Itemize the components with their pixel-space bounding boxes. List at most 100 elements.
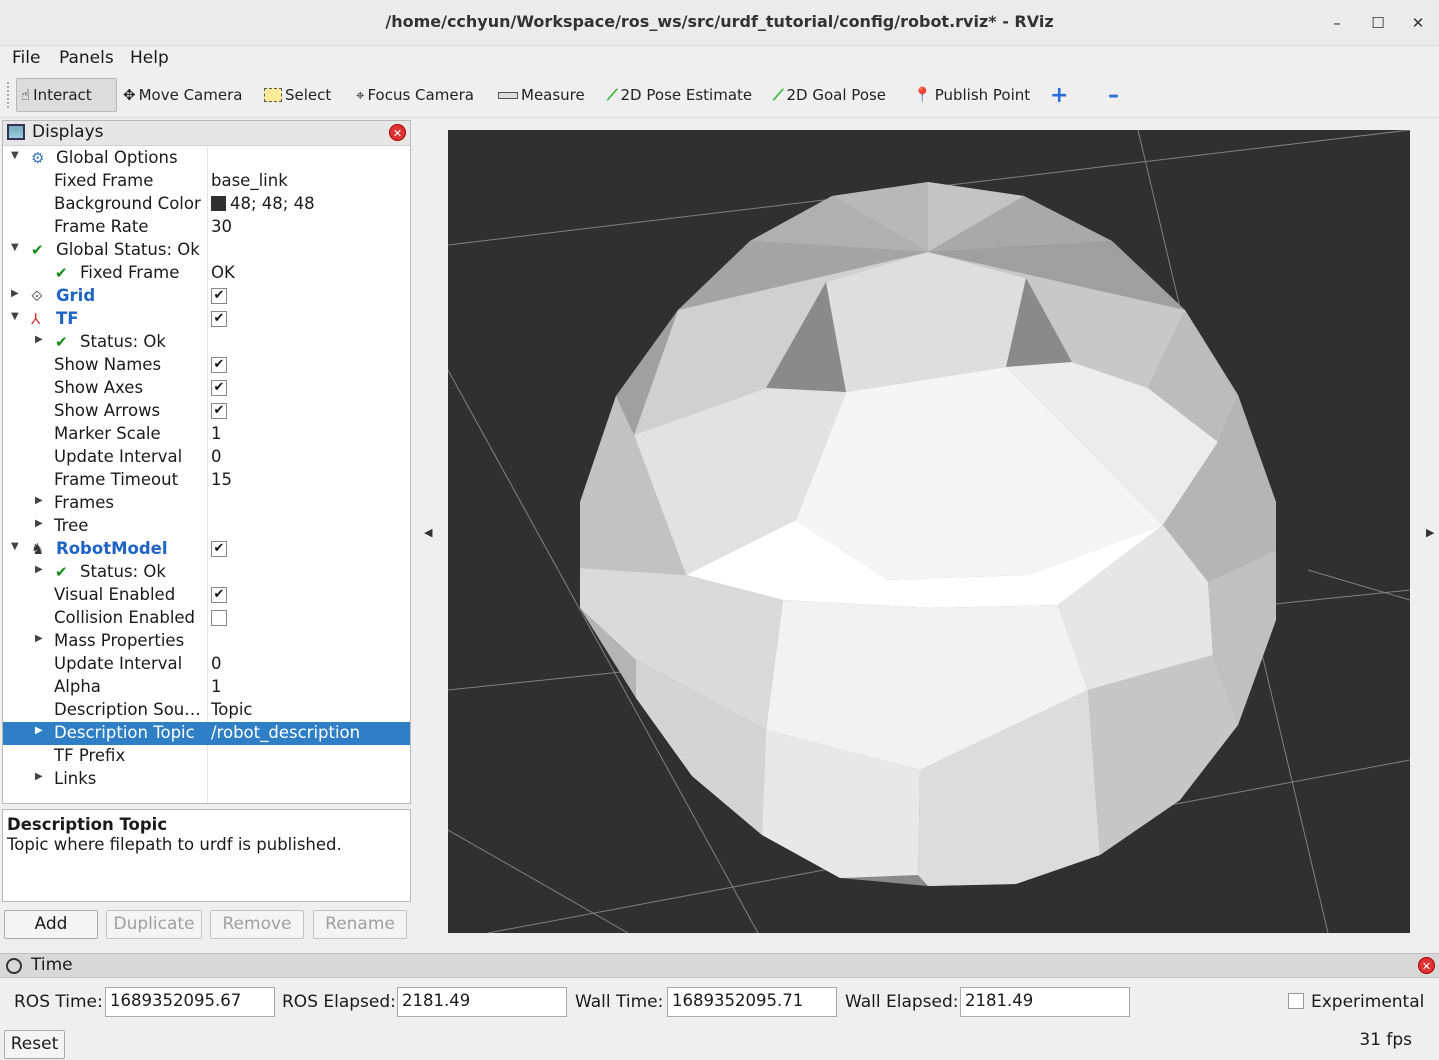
tree-row-frames[interactable]: ▶ Frames — [3, 492, 410, 515]
tree-row-background-color[interactable]: Background Color 48; 48; 48 — [3, 193, 410, 216]
tree-row-tree[interactable]: ▶ Tree — [3, 515, 410, 538]
grid-enabled-checkbox[interactable]: ✔ — [211, 288, 227, 304]
checkmark-icon: ✔ — [55, 563, 68, 581]
fps-readout: 31 fps — [1359, 1030, 1412, 1050]
expand-right-icon[interactable]: ▶ — [35, 564, 43, 575]
green-arrow-icon: ⟋ — [607, 86, 618, 104]
minimize-icon[interactable]: – — [1325, 11, 1349, 35]
wall-elapsed-field[interactable]: 2181.49 — [960, 987, 1130, 1017]
ros-time-field[interactable]: 1689352095.67 — [105, 987, 275, 1017]
collision-enabled-checkbox[interactable] — [211, 610, 227, 626]
expand-right-icon[interactable]: ▶ — [35, 633, 43, 644]
collapse-left-icon[interactable]: ◀ — [424, 526, 432, 539]
time-panel-header: Time ✕ — [0, 953, 1439, 978]
render-viewport[interactable] — [448, 130, 1410, 933]
tree-row-frame-rate[interactable]: Frame Rate 30 — [3, 216, 410, 239]
tree-row-links[interactable]: ▶ Links — [3, 768, 410, 791]
move-camera-icon: ✥ — [123, 86, 136, 104]
tree-row-visual-enabled[interactable]: Visual Enabled ✔ — [3, 584, 410, 607]
tree-row-fixed-frame[interactable]: Fixed Frame base_link — [3, 170, 410, 193]
tree-row-tf-status[interactable]: ▶ ✔ Status: Ok — [3, 331, 410, 354]
menu-help[interactable]: Help — [130, 48, 169, 68]
expand-right-icon[interactable]: ▶ — [11, 288, 19, 299]
show-arrows-checkbox[interactable]: ✔ — [211, 403, 227, 419]
remove-tool-button[interactable]: – — [1104, 78, 1123, 112]
wall-time-label: Wall Time: — [575, 992, 664, 1012]
monitor-icon — [7, 124, 25, 140]
scene-render — [448, 130, 1410, 933]
hand-pointer-icon: ☝ — [21, 86, 31, 104]
tree-row-frame-timeout[interactable]: Frame Timeout 15 — [3, 469, 410, 492]
tree-row-grid[interactable]: ▶ ⟐ Grid ✔ — [3, 285, 410, 308]
add-display-button[interactable]: Add — [4, 910, 98, 939]
toolbar-grip[interactable] — [7, 82, 11, 108]
wall-time-field[interactable]: 1689352095.71 — [667, 987, 837, 1017]
tree-row-description-source[interactable]: Description Sou… Topic — [3, 699, 410, 722]
tree-row-show-arrows[interactable]: Show Arrows ✔ — [3, 400, 410, 423]
visual-enabled-checkbox[interactable]: ✔ — [211, 587, 227, 603]
menu-panels[interactable]: Panels — [59, 48, 114, 68]
tree-row-mass-properties[interactable]: ▶ Mass Properties — [3, 630, 410, 653]
tree-row-tf-prefix[interactable]: TF Prefix — [3, 745, 410, 768]
expand-down-icon[interactable]: ▼ — [11, 242, 19, 253]
ros-elapsed-field[interactable]: 2181.49 — [397, 987, 567, 1017]
expand-right-icon[interactable]: ▶ — [35, 334, 43, 345]
menu-file[interactable]: File — [12, 48, 40, 68]
map-pin-icon: 📍 — [913, 86, 932, 104]
experimental-checkbox[interactable] — [1288, 993, 1304, 1009]
interact-tool-button[interactable]: ☝ Interact — [16, 78, 117, 112]
expand-down-icon[interactable]: ▼ — [11, 311, 19, 322]
crosshair-icon: ⌖ — [356, 86, 365, 104]
expand-right-icon[interactable]: ▶ — [35, 518, 43, 529]
tree-row-status-fixed-frame[interactable]: ✔ Fixed Frame OK — [3, 262, 410, 285]
background-color-value[interactable]: 48; 48; 48 — [211, 194, 315, 213]
displays-tree[interactable]: ▼ ⚙ Global Options Fixed Frame base_link… — [3, 147, 410, 803]
move-camera-tool-button[interactable]: ✥ Move Camera — [119, 78, 246, 112]
maximize-icon[interactable]: ☐ — [1366, 11, 1390, 35]
publish-point-tool-button[interactable]: 📍 Publish Point — [909, 78, 1034, 112]
expand-down-icon[interactable]: ▼ — [11, 150, 19, 161]
tree-row-marker-scale[interactable]: Marker Scale 1 — [3, 423, 410, 446]
add-tool-button[interactable]: + — [1046, 78, 1072, 112]
measure-tool-button[interactable]: Measure — [494, 78, 589, 112]
tree-row-rm-update-interval[interactable]: Update Interval 0 — [3, 653, 410, 676]
robot-model-enabled-checkbox[interactable]: ✔ — [211, 541, 227, 557]
expand-right-icon[interactable]: ▶ — [35, 725, 43, 736]
window-title: /home/cchyun/Workspace/ros_ws/src/urdf_t… — [385, 12, 1054, 31]
tree-row-global-options[interactable]: ▼ ⚙ Global Options — [3, 147, 410, 170]
collapse-right-icon[interactable]: ▶ — [1426, 526, 1434, 539]
rename-button[interactable]: Rename — [313, 910, 407, 939]
window-titlebar: /home/cchyun/Workspace/ros_ws/src/urdf_t… — [0, 0, 1439, 46]
gear-icon: ⚙ — [31, 149, 45, 167]
tree-row-global-status[interactable]: ▼ ✔ Global Status: Ok — [3, 239, 410, 262]
toolbar: ☝ Interact ✥ Move Camera Select ⌖ Focus … — [0, 72, 1439, 118]
tf-enabled-checkbox[interactable]: ✔ — [211, 311, 227, 327]
expand-right-icon[interactable]: ▶ — [35, 495, 43, 506]
pose-estimate-tool-button[interactable]: ⟋ 2D Pose Estimate — [603, 78, 756, 112]
tree-row-show-names[interactable]: Show Names ✔ — [3, 354, 410, 377]
select-tool-button[interactable]: Select — [260, 78, 335, 112]
ros-elapsed-label: ROS Elapsed: — [282, 992, 396, 1012]
goal-pose-tool-button[interactable]: ⟋ 2D Goal Pose — [769, 78, 890, 112]
duplicate-button[interactable]: Duplicate — [106, 910, 202, 939]
tree-row-alpha[interactable]: Alpha 1 — [3, 676, 410, 699]
close-icon[interactable]: ✕ — [1406, 11, 1430, 35]
close-panel-icon[interactable]: ✕ — [1418, 957, 1435, 974]
axes-icon: ⅄ — [31, 310, 41, 328]
tree-row-tf[interactable]: ▼ ⅄ TF ✔ — [3, 308, 410, 331]
show-names-checkbox[interactable]: ✔ — [211, 357, 227, 373]
expand-down-icon[interactable]: ▼ — [11, 541, 19, 552]
tree-row-robot-model[interactable]: ▼ ♞ RobotModel ✔ — [3, 538, 410, 561]
tree-row-show-axes[interactable]: Show Axes ✔ — [3, 377, 410, 400]
reset-button[interactable]: Reset — [4, 1030, 65, 1059]
expand-right-icon[interactable]: ▶ — [35, 771, 43, 782]
close-panel-icon[interactable]: ✕ — [389, 124, 406, 141]
tree-row-rm-status[interactable]: ▶ ✔ Status: Ok — [3, 561, 410, 584]
tree-row-description-topic[interactable]: ▶ Description Topic /robot_description — [3, 722, 410, 745]
select-rect-icon — [264, 88, 282, 102]
show-axes-checkbox[interactable]: ✔ — [211, 380, 227, 396]
focus-camera-tool-button[interactable]: ⌖ Focus Camera — [352, 78, 478, 112]
tree-row-collision-enabled[interactable]: Collision Enabled — [3, 607, 410, 630]
tree-row-update-interval[interactable]: Update Interval 0 — [3, 446, 410, 469]
remove-button[interactable]: Remove — [210, 910, 304, 939]
